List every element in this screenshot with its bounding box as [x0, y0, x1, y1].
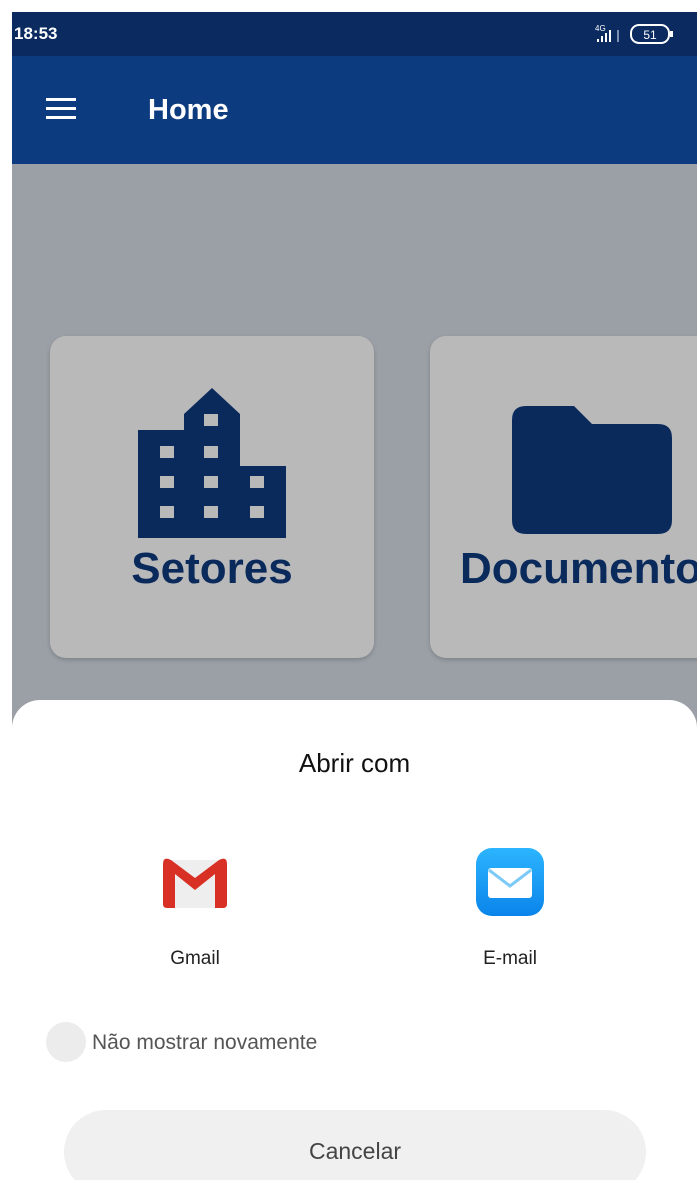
app-bar: Home — [12, 56, 697, 164]
hamburger-menu-icon[interactable] — [46, 98, 76, 120]
signal-battery-icons: 4G 51 — [595, 24, 673, 44]
status-bar: 18:53 4G 51 — [12, 12, 697, 56]
signal-bar-3 — [605, 33, 607, 42]
signal-bar-1 — [597, 39, 599, 42]
email-option[interactable]: E-mail — [440, 846, 580, 986]
gmail-option[interactable]: Gmail — [125, 846, 265, 986]
card-setores[interactable]: Setores — [50, 336, 374, 658]
checkbox-circle[interactable] — [46, 1022, 86, 1062]
status-time: 18:53 — [14, 24, 58, 43]
status-icons: 4G 51 — [569, 22, 689, 44]
page-title: Home — [148, 94, 229, 126]
cancel-label: Cancelar — [308, 1138, 402, 1164]
signal-bar-2 — [601, 36, 603, 42]
card-documento[interactable]: Documento — [430, 336, 697, 658]
signal-bar-4 — [609, 30, 611, 42]
gmail-label: Gmail — [170, 948, 220, 969]
card-label-setores: Setores — [131, 544, 293, 593]
battery-level: 51 — [643, 28, 657, 42]
folder-icon — [512, 406, 672, 534]
dialog-title: Abrir com — [298, 748, 411, 778]
email-label: E-mail — [483, 948, 537, 969]
cancel-button[interactable]: Cancelar — [64, 1110, 646, 1180]
building-icon — [138, 388, 286, 538]
open-with-dialog: Abrir com Gmail E-mail Não mostrar novam… — [12, 700, 697, 1180]
card-label-documento: Documento — [460, 544, 697, 593]
dont-show-again-label: Não mostrar novamente — [92, 1031, 318, 1054]
signal-bar-5 — [617, 30, 619, 42]
battery-tip — [670, 31, 673, 37]
email-icon — [476, 848, 544, 916]
network-type: 4G — [595, 24, 606, 33]
phone-screen: 18:53 4G 51 Home Setores Documento Abrir… — [12, 12, 697, 1180]
gmail-icon — [163, 858, 227, 908]
